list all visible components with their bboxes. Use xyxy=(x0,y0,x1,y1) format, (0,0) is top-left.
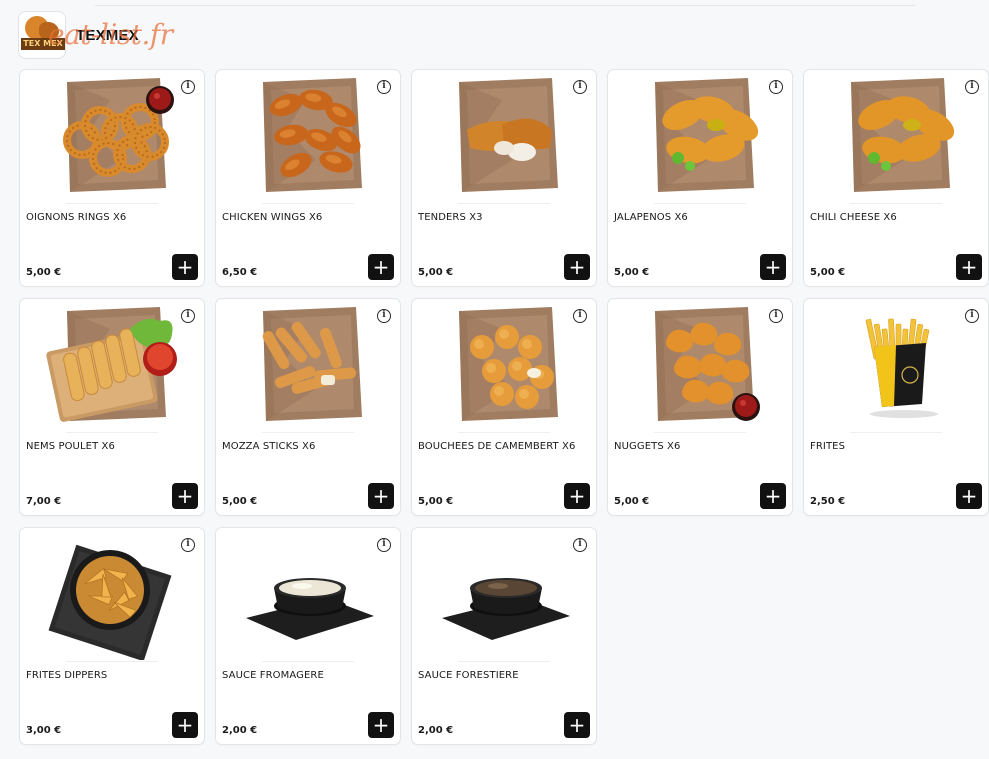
add-to-cart-button[interactable]: + xyxy=(760,483,786,509)
info-icon[interactable]: i xyxy=(181,309,195,323)
add-to-cart-button[interactable]: + xyxy=(564,254,590,280)
info-icon[interactable]: i xyxy=(769,309,783,323)
product-image[interactable] xyxy=(20,299,204,431)
card-divider xyxy=(262,432,354,433)
product-name: SAUCE FROMAGERE xyxy=(222,670,324,681)
product-price: 5,00 € xyxy=(614,267,650,278)
product-image[interactable] xyxy=(216,528,400,660)
product-card[interactable]: i OIGNONS RINGS X6 5,00 € + xyxy=(19,69,205,287)
product-card[interactable]: i NEMS POULET X6 7,00 € + xyxy=(19,298,205,516)
info-icon[interactable]: i xyxy=(377,309,391,323)
product-price: 6,50 € xyxy=(222,267,258,278)
product-price: 3,00 € xyxy=(26,725,62,736)
product-price: 5,00 € xyxy=(418,496,454,507)
product-name: BOUCHEES DE CAMEMBERT X6 xyxy=(418,441,576,452)
product-name: FRITES DIPPERS xyxy=(26,670,108,681)
card-divider xyxy=(654,203,746,204)
product-name: NUGGETS X6 xyxy=(614,441,681,452)
add-to-cart-button[interactable]: + xyxy=(564,483,590,509)
product-name: TENDERS X3 xyxy=(418,212,483,223)
add-to-cart-button[interactable]: + xyxy=(172,483,198,509)
product-image[interactable] xyxy=(608,70,792,202)
info-icon[interactable]: i xyxy=(377,80,391,94)
product-card[interactable]: i CHICKEN WINGS X6 6,50 € + xyxy=(215,69,401,287)
product-image[interactable] xyxy=(20,70,204,202)
product-image[interactable] xyxy=(608,299,792,431)
product-image[interactable] xyxy=(804,70,988,202)
product-image[interactable] xyxy=(804,299,988,431)
product-card[interactable]: i JALAPENOS X6 5,00 € + xyxy=(607,69,793,287)
product-image[interactable] xyxy=(216,299,400,431)
info-icon[interactable]: i xyxy=(377,538,391,552)
product-name: MOZZA STICKS X6 xyxy=(222,441,316,452)
product-image[interactable] xyxy=(412,70,596,202)
product-card[interactable]: i FRITES DIPPERS 3,00 € + xyxy=(19,527,205,745)
product-card[interactable]: i FRITES 2,50 € + xyxy=(803,298,989,516)
product-card[interactable]: i TENDERS X3 5,00 € + xyxy=(411,69,597,287)
product-card[interactable]: i MOZZA STICKS X6 5,00 € + xyxy=(215,298,401,516)
info-icon[interactable]: i xyxy=(573,80,587,94)
product-name: FRITES xyxy=(810,441,846,452)
add-to-cart-button[interactable]: + xyxy=(368,254,394,280)
product-price: 5,00 € xyxy=(26,267,62,278)
product-grid: i OIGNONS RINGS X6 5,00 € + i CHICKEN WINGS X… xyxy=(19,69,989,745)
info-icon[interactable]: i xyxy=(181,538,195,552)
top-divider xyxy=(95,5,915,6)
card-divider xyxy=(66,432,158,433)
card-divider xyxy=(66,203,158,204)
product-name: SAUCE FORESTIERE xyxy=(418,670,519,681)
add-to-cart-button[interactable]: + xyxy=(368,483,394,509)
product-card[interactable]: i SAUCE FROMAGERE 2,00 € + xyxy=(215,527,401,745)
product-name: OIGNONS RINGS X6 xyxy=(26,212,127,223)
add-to-cart-button[interactable]: + xyxy=(172,712,198,738)
product-price: 2,50 € xyxy=(810,496,846,507)
product-price: 2,00 € xyxy=(222,725,258,736)
product-image[interactable] xyxy=(20,528,204,662)
product-price: 2,00 € xyxy=(418,725,454,736)
watermark: eat-list.fr xyxy=(48,18,173,51)
product-name: CHILI CHEESE X6 xyxy=(810,212,897,223)
card-divider xyxy=(66,661,158,662)
product-card[interactable]: i SAUCE FORESTIERE 2,00 € + xyxy=(411,527,597,745)
info-icon[interactable]: i xyxy=(965,80,979,94)
info-icon[interactable]: i xyxy=(181,80,195,94)
card-divider xyxy=(850,203,942,204)
add-to-cart-button[interactable]: + xyxy=(956,483,982,509)
card-divider xyxy=(458,203,550,204)
add-to-cart-button[interactable]: + xyxy=(564,712,590,738)
product-price: 5,00 € xyxy=(222,496,258,507)
info-icon[interactable]: i xyxy=(769,80,783,94)
info-icon[interactable]: i xyxy=(965,309,979,323)
product-card[interactable]: i BOUCHEES DE CAMEMBERT X6 5,00 € + xyxy=(411,298,597,516)
add-to-cart-button[interactable]: + xyxy=(368,712,394,738)
product-name: JALAPENOS X6 xyxy=(614,212,688,223)
add-to-cart-button[interactable]: + xyxy=(956,254,982,280)
product-price: 5,00 € xyxy=(810,267,846,278)
info-icon[interactable]: i xyxy=(573,309,587,323)
info-icon[interactable]: i xyxy=(573,538,587,552)
product-price: 5,00 € xyxy=(614,496,650,507)
card-divider xyxy=(262,661,354,662)
product-image[interactable] xyxy=(412,528,596,660)
add-to-cart-button[interactable]: + xyxy=(760,254,786,280)
product-price: 5,00 € xyxy=(418,267,454,278)
product-name: NEMS POULET X6 xyxy=(26,441,115,452)
card-divider xyxy=(850,432,942,433)
product-card[interactable]: i CHILI CHEESE X6 5,00 € + xyxy=(803,69,989,287)
product-image[interactable] xyxy=(412,299,596,431)
product-name: CHICKEN WINGS X6 xyxy=(222,212,323,223)
product-image[interactable] xyxy=(216,70,400,202)
card-divider xyxy=(654,432,746,433)
add-to-cart-button[interactable]: + xyxy=(172,254,198,280)
card-divider xyxy=(458,661,550,662)
product-price: 7,00 € xyxy=(26,496,62,507)
card-divider xyxy=(262,203,354,204)
product-card[interactable]: i NUGGETS X6 5,00 € + xyxy=(607,298,793,516)
card-divider xyxy=(458,432,550,433)
